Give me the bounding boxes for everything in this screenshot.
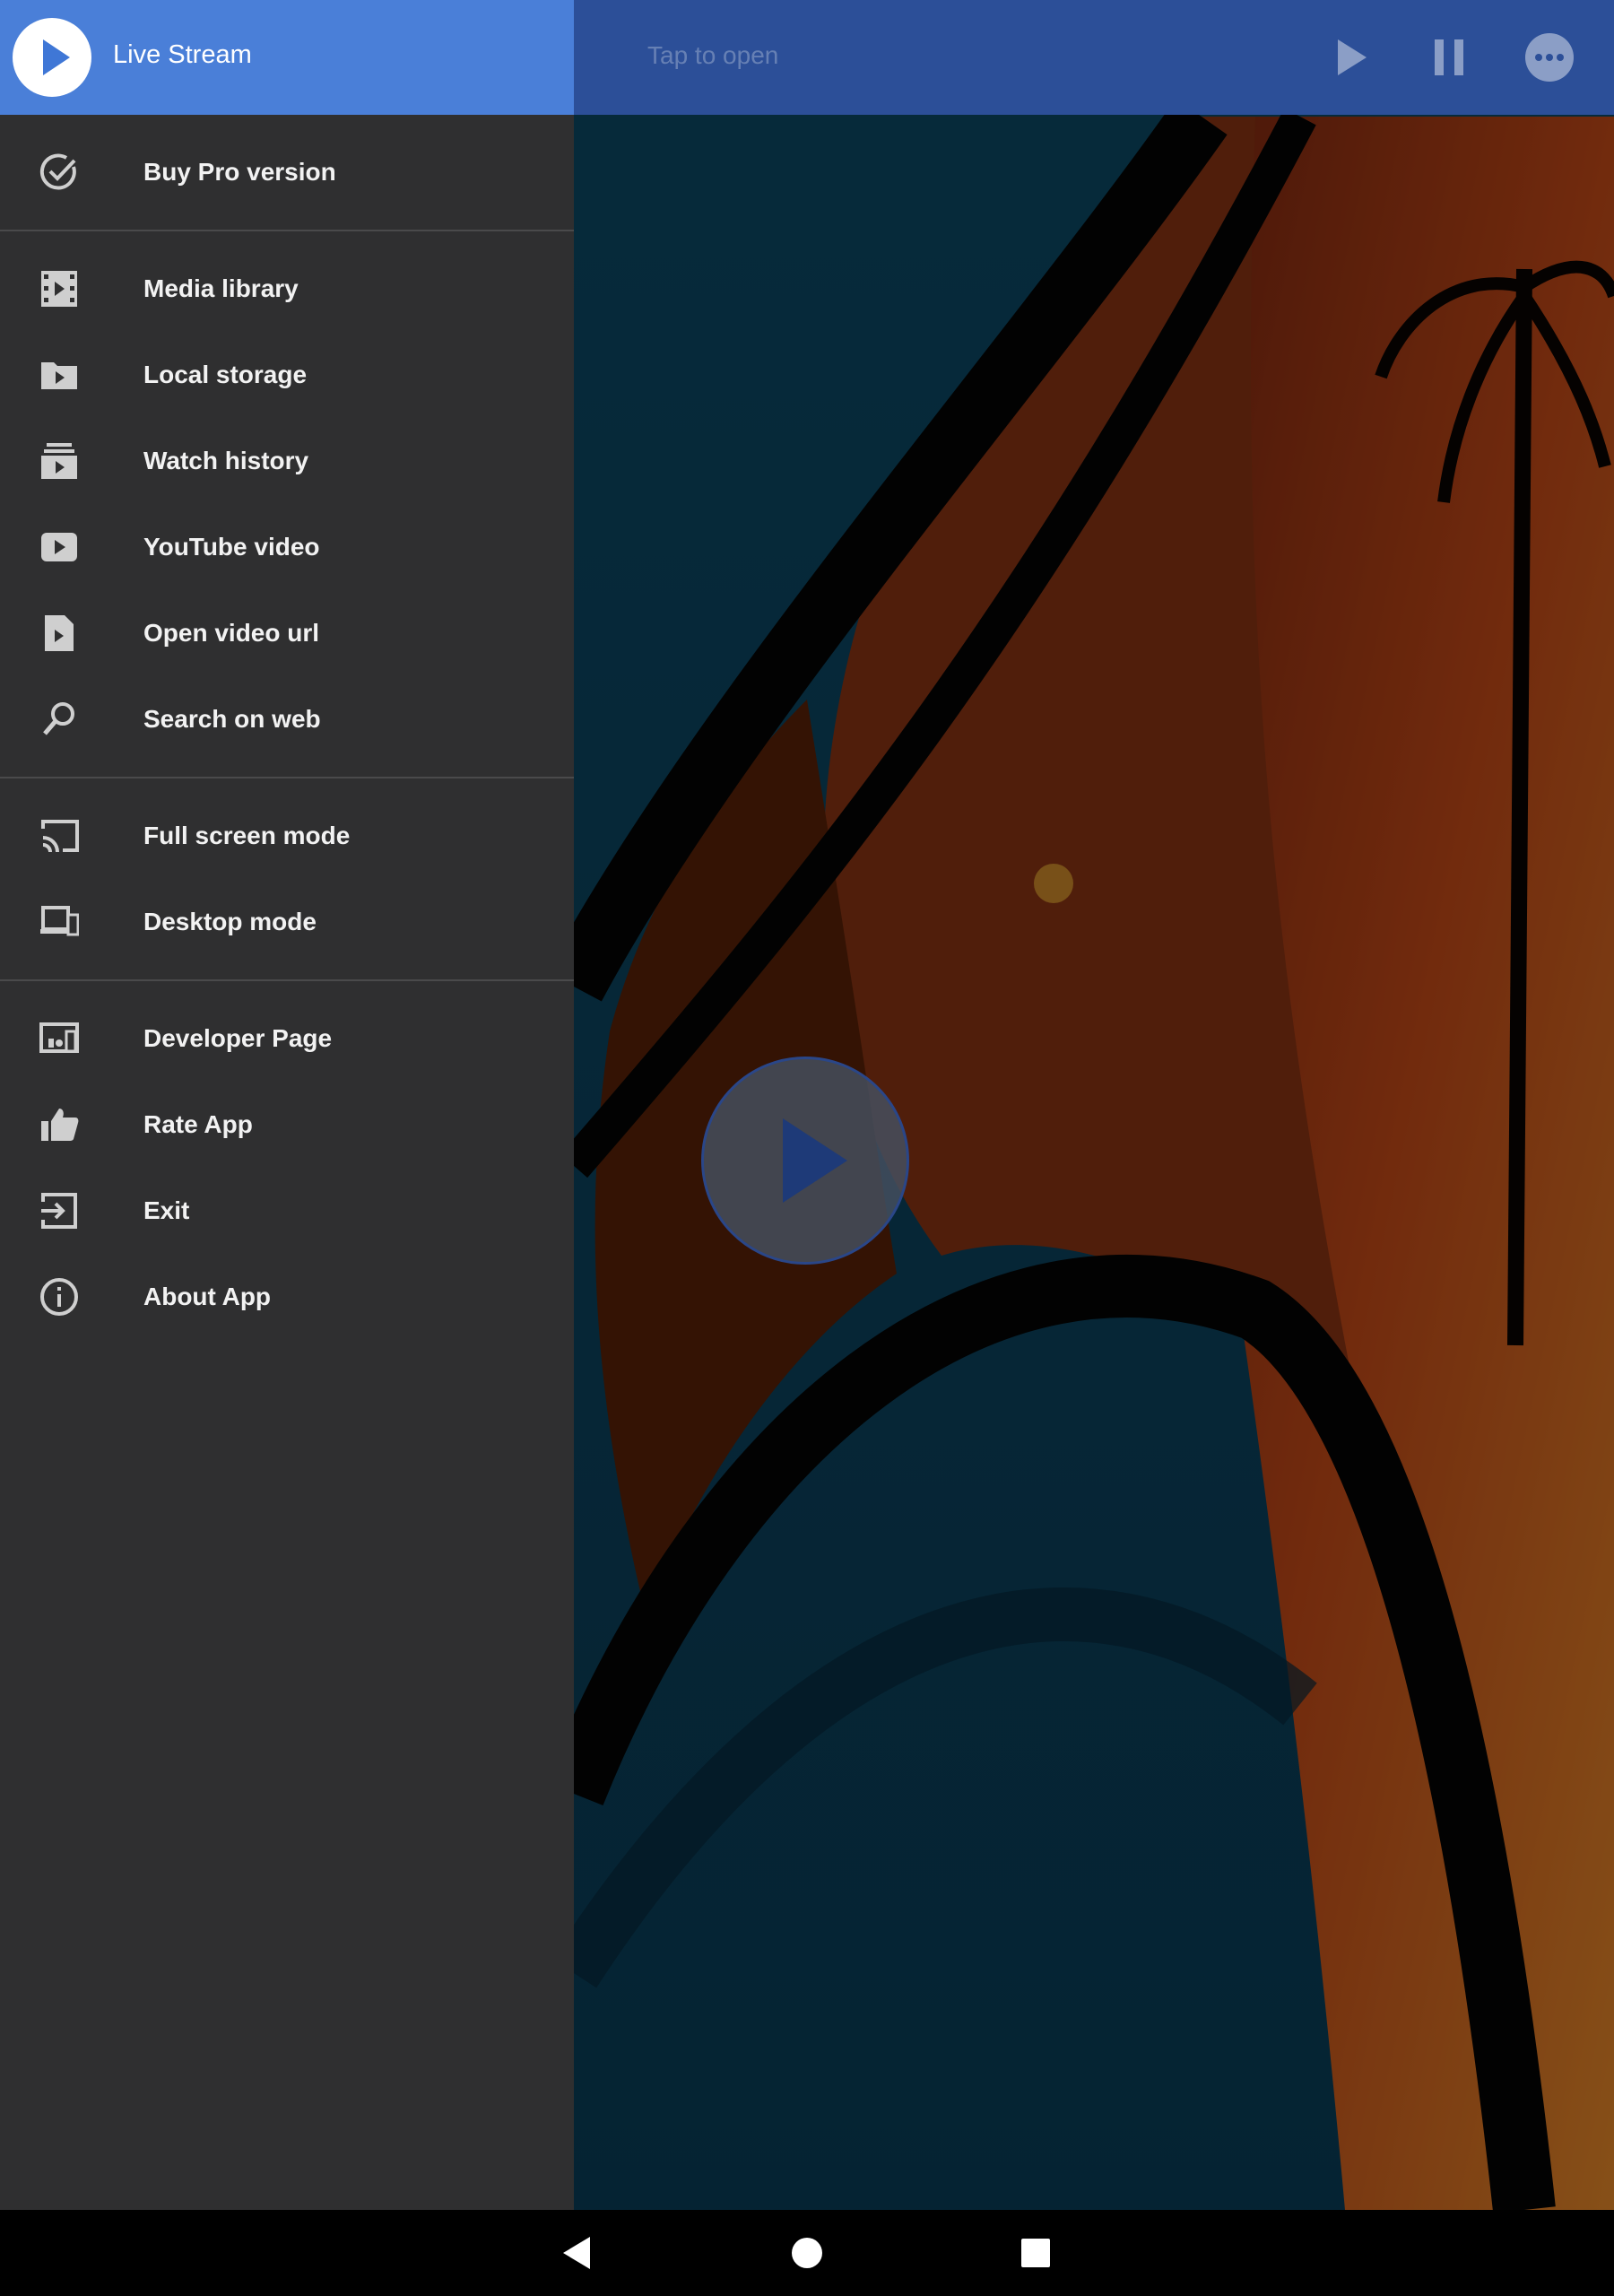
check-circle-icon [39, 152, 79, 192]
menu-item-search-on-web[interactable]: Search on web [0, 676, 574, 762]
drawer-title: Live Stream [113, 40, 252, 69]
cast-icon [39, 816, 79, 856]
menu-item-desktop-mode[interactable]: Desktop mode [0, 879, 574, 965]
search-icon [39, 700, 79, 739]
recents-icon[interactable] [1012, 2230, 1059, 2276]
menu-item-label: Exit [143, 1196, 190, 1224]
menu-item-label: Local storage [143, 361, 308, 388]
divider [0, 777, 574, 778]
play-icon [783, 1118, 847, 1203]
tap-to-open-hint[interactable]: Tap to open [647, 41, 778, 70]
menu-item-youtube-video[interactable]: YouTube video [0, 504, 574, 590]
file-play-icon [39, 613, 79, 653]
menu-item-label: About App [143, 1283, 272, 1310]
menu-item-exit[interactable]: Exit [0, 1168, 574, 1254]
menu-item-open-video-url[interactable]: Open video url [0, 590, 574, 676]
drawer-header[interactable]: Live Stream [0, 0, 574, 115]
system-navigation-bar [0, 2210, 1614, 2296]
play-circle-icon [13, 18, 91, 97]
divider [0, 230, 574, 231]
menu-item-full-screen-mode[interactable]: Full screen mode [0, 793, 574, 879]
back-icon[interactable] [554, 2230, 601, 2276]
youtube-icon [39, 527, 79, 567]
menu-item-media-library[interactable]: Media library [0, 246, 574, 332]
folder-play-icon [39, 355, 79, 395]
menu-item-local-storage[interactable]: Local storage [0, 332, 574, 418]
exit-icon [39, 1191, 79, 1231]
menu-item-label: Buy Pro version [143, 158, 336, 186]
menu-item-rate-app[interactable]: Rate App [0, 1082, 574, 1168]
menu-item-about-app[interactable]: About App [0, 1254, 574, 1340]
menu-item-watch-history[interactable]: Watch history [0, 418, 574, 504]
more-icon[interactable] [1521, 29, 1578, 86]
navigation-drawer: Live Stream Buy Pro version Media librar… [0, 0, 574, 2210]
film-icon [39, 269, 79, 309]
menu-item-label: YouTube video [143, 533, 320, 561]
info-icon [39, 1277, 79, 1317]
center-play-button[interactable] [701, 1057, 909, 1265]
devices-icon [39, 902, 80, 942]
menu-item-label: Full screen mode [143, 822, 351, 849]
menu-item-label: Desktop mode [143, 908, 317, 935]
pause-icon[interactable] [1420, 29, 1478, 86]
menu-item-developer-page[interactable]: Developer Page [0, 996, 574, 1082]
history-icon [39, 441, 79, 481]
thumb-up-icon [39, 1105, 79, 1144]
menu-item-label: Developer Page [143, 1024, 333, 1052]
menu-item-label: Open video url [143, 619, 320, 647]
menu-item-label: Media library [143, 274, 299, 302]
menu-item-label: Search on web [143, 705, 321, 733]
divider [0, 979, 574, 981]
home-icon[interactable] [784, 2230, 830, 2276]
play-icon[interactable] [1322, 29, 1379, 86]
developer-icon [39, 1019, 79, 1058]
menu-item-buy-pro[interactable]: Buy Pro version [0, 129, 574, 215]
menu-item-label: Watch history [143, 447, 309, 474]
menu-item-label: Rate App [143, 1110, 253, 1138]
